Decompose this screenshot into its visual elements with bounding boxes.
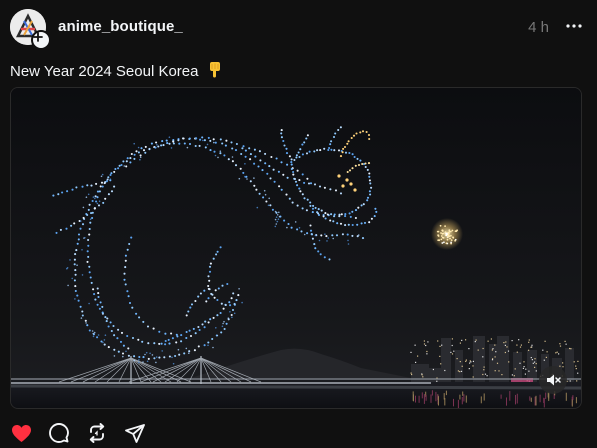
post-caption: New Year 2024 Seoul Korea (10, 61, 223, 82)
plus-icon (33, 32, 43, 42)
mute-toggle-button[interactable] (539, 366, 567, 394)
heart-icon (11, 424, 31, 442)
comment-button[interactable] (48, 422, 70, 444)
comment-icon (49, 423, 69, 443)
repost-icon (89, 423, 105, 443)
like-button[interactable] (10, 422, 32, 444)
caption-text: New Year 2024 Seoul Korea (10, 63, 199, 80)
threads-post: anime_boutique_ 4 h New Year 2024 Seoul … (0, 0, 597, 448)
follow-button[interactable] (31, 30, 51, 50)
pointing-down-hand-emoji-icon (207, 61, 223, 82)
repost-button[interactable] (86, 422, 108, 444)
post-video[interactable] (10, 87, 582, 409)
more-horizontal-icon (566, 24, 582, 28)
avatar[interactable] (10, 9, 51, 50)
username[interactable]: anime_boutique_ (58, 18, 183, 35)
drone-show-dragon-image (11, 88, 581, 408)
more-options-button[interactable] (565, 17, 583, 35)
timestamp[interactable]: 4 h (528, 19, 549, 36)
post-actions (10, 422, 146, 444)
share-button[interactable] (124, 422, 146, 444)
post-header: anime_boutique_ 4 h (10, 9, 583, 50)
send-icon (125, 423, 145, 443)
speaker-muted-icon (547, 374, 561, 386)
